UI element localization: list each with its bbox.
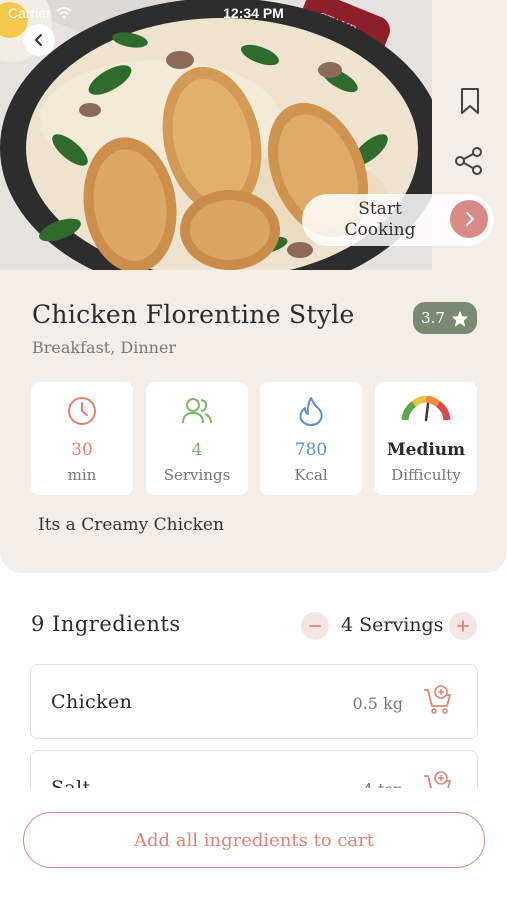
flame-icon	[299, 397, 323, 426]
ingredient-row[interactable]: Chicken 0.5 kg	[30, 664, 478, 739]
status-time: 12:34 PM	[223, 5, 284, 21]
ingredient-name: Salt	[51, 777, 91, 788]
ingredient-list[interactable]: Chicken 0.5 kg Salt 4 tsp	[0, 660, 507, 788]
ingredient-quantity: 4 tsp	[363, 780, 403, 788]
recipe-title: Chicken Florentine Style	[32, 300, 355, 329]
recipe-categories: Breakfast, Dinner	[32, 338, 177, 357]
servings-count-label: 4 Servings	[341, 614, 444, 636]
cart-add-icon	[424, 771, 451, 788]
minus-icon	[309, 625, 321, 627]
stat-card-difficulty: Medium Difficulty	[375, 382, 477, 495]
plus-icon	[457, 620, 469, 632]
cart-add-icon	[424, 685, 451, 714]
ingredient-quantity: 0.5 kg	[352, 694, 403, 713]
star-icon	[451, 310, 469, 327]
stat-card-calories: 780 Kcal	[260, 382, 362, 495]
stat-time-caption: min	[67, 466, 97, 484]
stat-time-value: 30	[71, 440, 93, 460]
bookmark-button[interactable]	[455, 86, 485, 116]
status-bar: Carrier 12:34 PM	[0, 0, 507, 28]
bookmark-icon	[461, 88, 479, 114]
stat-calories-caption: Kcal	[294, 466, 328, 484]
increase-servings-button[interactable]	[449, 612, 477, 640]
add-all-to-cart-button[interactable]: Add all ingredients to cart	[23, 812, 485, 868]
chevron-right-icon	[466, 212, 475, 226]
stat-servings-value: 4	[191, 440, 203, 460]
share-icon	[455, 147, 482, 175]
ingredient-row[interactable]: Salt 4 tsp	[30, 750, 478, 788]
add-to-cart-button[interactable]	[421, 683, 455, 717]
start-cooking-arrow	[450, 200, 488, 238]
stat-calories-value: 780	[294, 440, 328, 460]
share-button[interactable]	[452, 144, 486, 178]
ingredients-count-title: 9 Ingredients	[31, 612, 181, 636]
stat-card-servings: 4 Servings	[146, 382, 248, 495]
stat-card-time: 30 min	[31, 382, 133, 495]
start-cooking-label-line2: Cooking	[344, 220, 416, 240]
ingredient-name: Chicken	[51, 691, 133, 713]
start-cooking-button[interactable]: Start Cooking	[302, 194, 494, 246]
people-icon	[182, 398, 212, 424]
chevron-left-icon	[34, 34, 42, 46]
back-button[interactable]	[23, 24, 55, 56]
decrease-servings-button[interactable]	[301, 612, 329, 640]
stat-difficulty-value: Medium	[386, 440, 466, 460]
clock-icon	[68, 397, 96, 425]
ingredients-header: 9 Ingredients 4 Servings	[0, 600, 507, 650]
rating-badge: 3.7	[413, 302, 477, 334]
start-cooking-label: Start Cooking	[316, 199, 444, 241]
recipe-info-panel: Chicken Florentine Style Breakfast, Dinn…	[0, 270, 507, 573]
stat-servings-caption: Servings	[163, 466, 231, 484]
difficulty-gauge-icon	[401, 396, 451, 422]
start-cooking-label-line1: Start	[358, 199, 402, 219]
add-to-cart-button[interactable]	[421, 769, 455, 788]
rating-value: 3.7	[421, 309, 445, 327]
recipe-description: Its a Creamy Chicken	[38, 515, 224, 535]
stat-difficulty-caption: Difficulty	[391, 466, 461, 484]
